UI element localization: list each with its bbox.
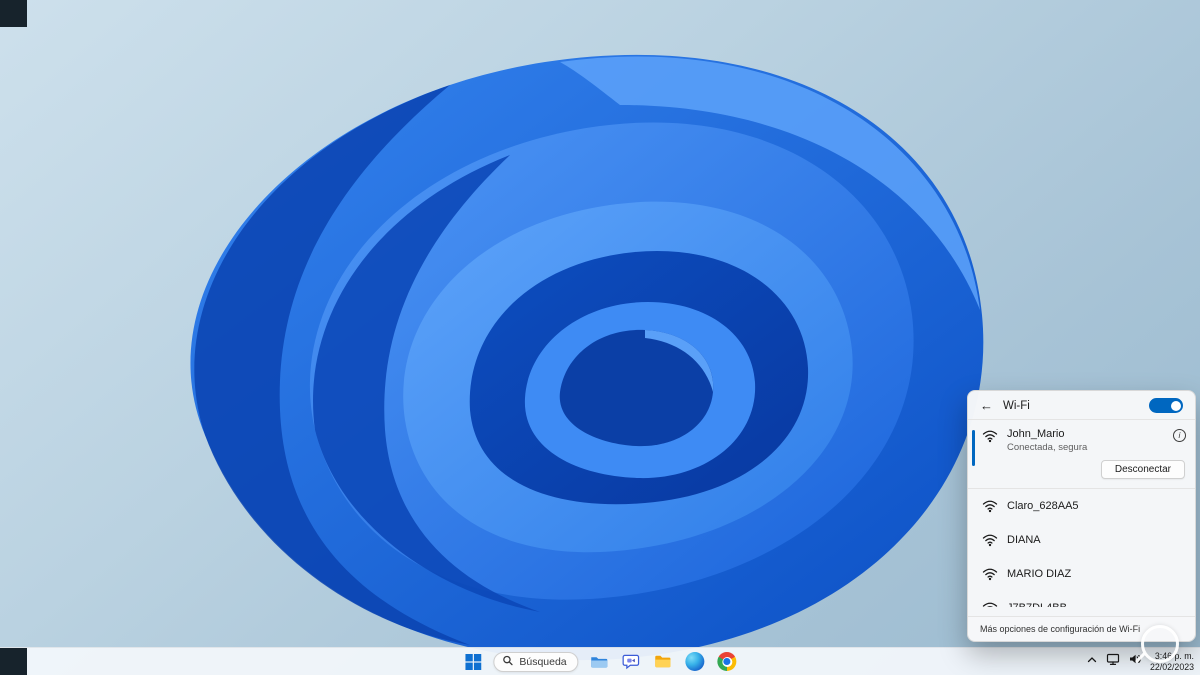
taskbar: Búsqueda 3:46 p. m. 22/02/2023 [0,647,1200,675]
file-explorer-icon[interactable] [588,650,611,673]
wifi-network-item[interactable]: Claro_628AA5 [968,489,1195,523]
video-corner-marker-bottom [0,648,27,675]
tray-chevron-up-icon[interactable] [1086,653,1098,671]
chat-icon[interactable] [620,650,643,673]
connected-network-name: John_Mario [1007,428,1065,440]
taskbar-center-group: Búsqueda [461,648,738,675]
wifi-secured-icon [982,428,998,444]
display-icon[interactable] [1106,652,1120,671]
watermark-logo [1141,625,1179,663]
wifi-network-item[interactable]: J7B7DL4BB [968,591,1195,607]
search-label: Búsqueda [519,655,567,668]
disconnect-button[interactable]: Desconectar [1100,460,1185,479]
selection-accent-bar [972,430,975,466]
back-icon[interactable]: ← [980,399,993,412]
connected-network-item[interactable]: John_Mario Conectada, segura i Desconect… [968,420,1195,488]
wifi-flyout-panel: ← Wi-Fi John_Mario Conectada, segura i D… [967,390,1196,642]
connected-network-status: Conectada, segura [1007,442,1088,453]
wifi-network-item[interactable]: MARIO DIAZ [968,557,1195,591]
wifi-toggle[interactable] [1149,398,1183,413]
search-icon [502,655,513,669]
wifi-panel-title: Wi-Fi [1003,399,1030,412]
network-name: MARIO DIAZ [1007,568,1072,580]
network-name: DIANA [1007,534,1041,546]
clock-date: 22/02/2023 [1149,661,1194,672]
wifi-network-list: Claro_628AA5 DIANA MARIO DIAZ [968,489,1195,607]
info-icon[interactable]: i [1173,429,1186,442]
taskbar-search[interactable]: Búsqueda [493,651,579,672]
start-button[interactable] [461,650,484,673]
edge-icon[interactable] [684,650,707,673]
wifi-network-item[interactable]: DIANA [968,523,1195,557]
chrome-icon[interactable] [716,650,739,673]
wifi-flyout-header: ← Wi-Fi [968,391,1195,419]
video-corner-marker-top [0,0,27,27]
folder-icon[interactable] [652,650,675,673]
wifi-icon [982,600,998,607]
network-name: Claro_628AA5 [1007,500,1079,512]
desktop: ← Wi-Fi John_Mario Conectada, segura i D… [0,0,1200,675]
network-name: J7B7DL4BB [1007,602,1067,607]
wifi-icon [982,532,998,548]
connected-network-texts: John_Mario Conectada, segura [1007,428,1087,453]
system-tray: 3:46 p. m. 22/02/2023 [1086,648,1197,675]
wifi-icon [982,566,998,582]
wifi-icon [982,498,998,514]
